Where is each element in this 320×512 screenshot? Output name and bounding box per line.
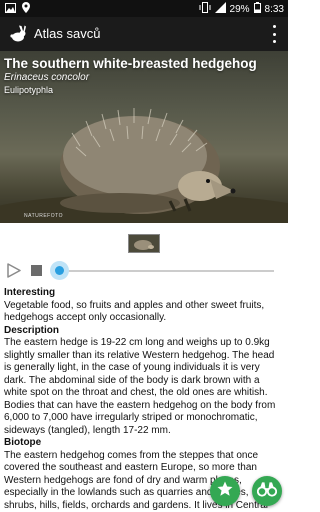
species-latin-name: Erinaceus concolor bbox=[4, 72, 90, 83]
location-icon bbox=[22, 2, 30, 16]
overflow-menu-icon[interactable] bbox=[270, 25, 278, 43]
stop-icon[interactable] bbox=[31, 265, 42, 276]
seek-knob[interactable] bbox=[50, 261, 69, 280]
audio-player bbox=[0, 258, 288, 282]
vibrate-icon bbox=[199, 2, 211, 16]
species-common-name: The southern white-breasted hedgehog bbox=[4, 56, 257, 71]
star-icon bbox=[216, 480, 234, 503]
observe-button[interactable] bbox=[252, 476, 282, 506]
status-bar: 29% 8:33 bbox=[0, 0, 288, 17]
rabbit-logo-icon bbox=[8, 24, 28, 44]
species-description: Interesting Vegetable food, so fruits an… bbox=[4, 287, 284, 512]
section-text-biotope: The eastern hedgehog comes from the step… bbox=[4, 449, 269, 511]
section-text-interesting: Vegetable food, so fruits and apples and… bbox=[4, 299, 265, 324]
section-heading-description: Description bbox=[4, 324, 60, 336]
battery-icon bbox=[253, 2, 261, 16]
app-title: Atlas savců bbox=[34, 26, 101, 41]
section-heading-biotope: Biotope bbox=[4, 437, 42, 448]
section-heading-interesting: Interesting bbox=[4, 287, 56, 298]
section-text-description: The eastern hedge is 19-22 cm long and w… bbox=[4, 337, 276, 436]
photo-credit: NATUREFOTO bbox=[24, 213, 63, 219]
app-bar: Atlas savců bbox=[0, 17, 288, 51]
clock: 8:33 bbox=[264, 3, 284, 15]
signal-icon bbox=[214, 2, 226, 16]
image-icon bbox=[5, 2, 16, 16]
photo-thumbnail[interactable] bbox=[128, 234, 160, 253]
favorite-button[interactable] bbox=[210, 476, 240, 506]
seek-bar[interactable] bbox=[52, 270, 274, 272]
species-photo: The southern white-breasted hedgehog Eri… bbox=[0, 51, 288, 223]
binoculars-icon bbox=[256, 481, 278, 502]
species-order: Eulipotyphla bbox=[4, 85, 54, 95]
play-icon[interactable] bbox=[7, 263, 21, 278]
battery-percent: 29% bbox=[229, 3, 250, 15]
